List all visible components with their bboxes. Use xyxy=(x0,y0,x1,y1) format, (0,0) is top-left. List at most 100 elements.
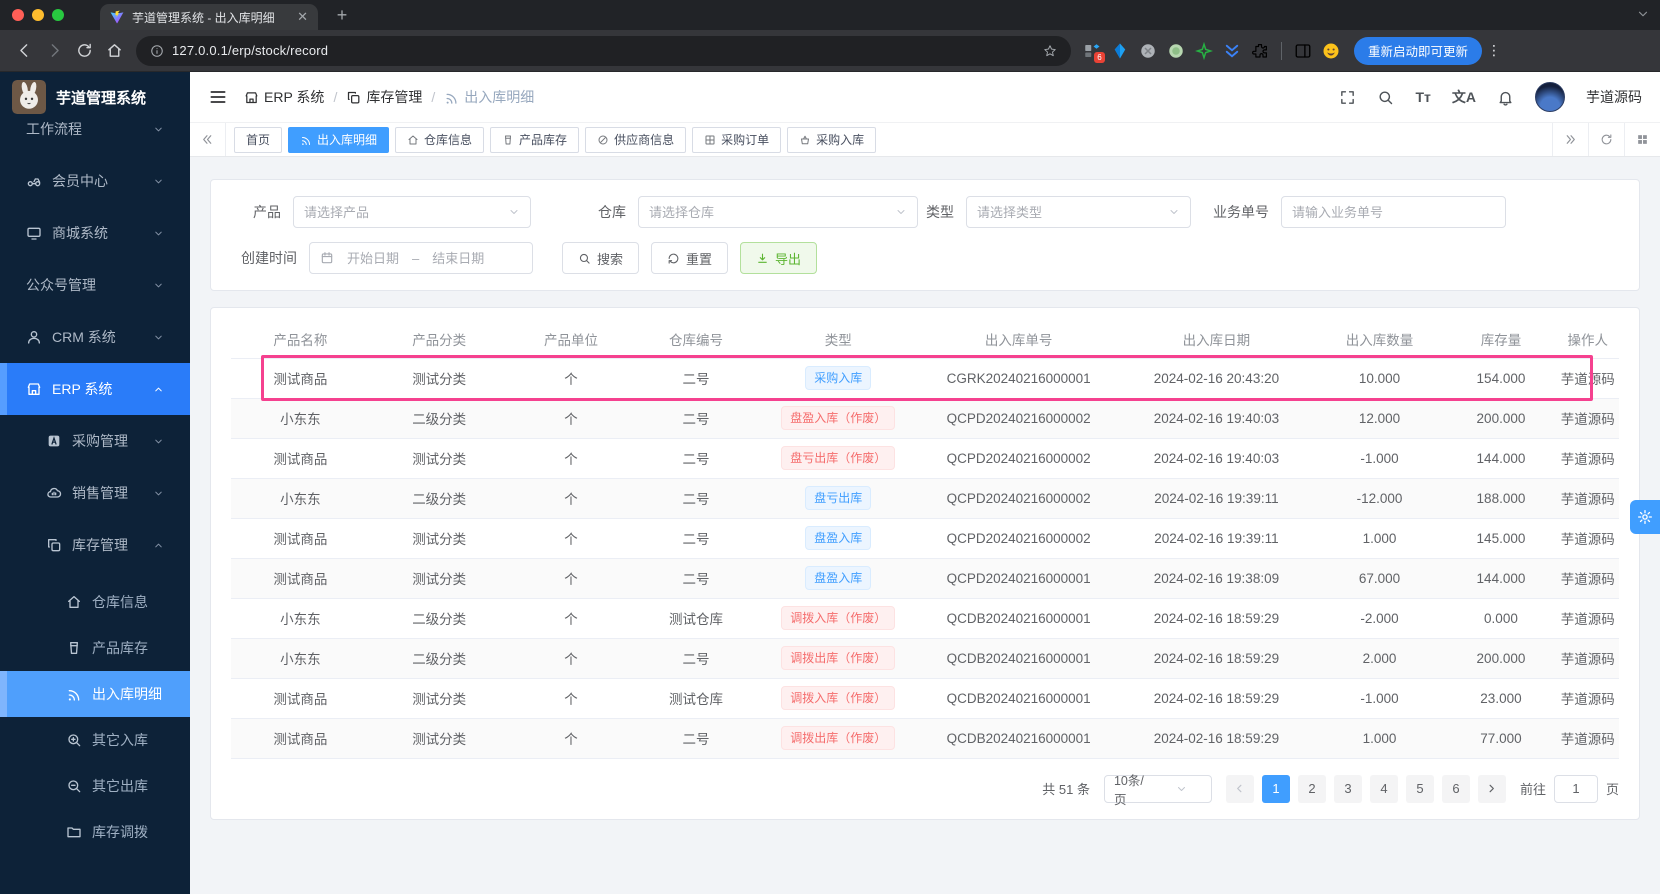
extension-chevrons-button[interactable] xyxy=(1219,38,1245,64)
chrome-update-button[interactable]: 重新启动即可更新 xyxy=(1354,36,1483,65)
date-start-input[interactable] xyxy=(340,250,406,266)
sidebar-item-stock[interactable]: 库存管理 xyxy=(0,519,190,571)
date-range-picker[interactable]: – xyxy=(309,242,533,274)
window-zoom-button[interactable] xyxy=(52,9,64,21)
date-end-input[interactable] xyxy=(425,250,492,266)
extension-screenshot-button[interactable]: 6 xyxy=(1079,38,1105,64)
tab-首页[interactable]: 首页 xyxy=(234,126,283,153)
page-button-5[interactable]: 5 xyxy=(1405,774,1434,803)
font-size-icon[interactable]: Tт xyxy=(1415,89,1430,105)
sidebar-item-stock-record[interactable]: 出入库明细 xyxy=(0,671,190,717)
window-close-button[interactable] xyxy=(12,9,24,21)
tab-产品库存[interactable]: 产品库存 xyxy=(490,126,580,153)
tab-供应商信息[interactable]: 供应商信息 xyxy=(585,126,687,153)
site-info-icon[interactable] xyxy=(150,44,164,58)
table-cell: 芋道源码 xyxy=(1556,518,1619,559)
extension-green-button[interactable] xyxy=(1163,38,1189,64)
home-button[interactable] xyxy=(100,37,128,65)
extension-kite-button[interactable] xyxy=(1107,38,1133,64)
breadcrumb-item[interactable]: 出入库明细 xyxy=(444,87,534,107)
table-cell: 芋道源码 xyxy=(1556,558,1619,599)
sidebar-item-workflow[interactable]: 工作流程 xyxy=(0,122,190,155)
theme-settings-button[interactable] xyxy=(1630,500,1660,534)
sidebar-item-other-out[interactable]: 其它出库 xyxy=(0,763,190,809)
tab-采购订单[interactable]: 采购订单 xyxy=(692,126,782,153)
bookmark-star-icon[interactable] xyxy=(1043,44,1057,58)
page-button-6[interactable]: 6 xyxy=(1441,774,1470,803)
table-cell: 200.000 xyxy=(1445,638,1557,679)
search-icon xyxy=(578,252,591,265)
extensions-menu-button[interactable] xyxy=(1247,38,1273,64)
window-minimize-button[interactable] xyxy=(32,9,44,21)
next-page-button[interactable] xyxy=(1477,774,1506,803)
forward-button[interactable] xyxy=(40,37,68,65)
profile-avatar-button[interactable] xyxy=(1318,38,1344,64)
fullscreen-icon[interactable] xyxy=(1339,89,1356,106)
tab-search-chevron-icon[interactable] xyxy=(1636,7,1650,21)
extension-star-button[interactable] xyxy=(1191,38,1217,64)
sidebar-item-crm[interactable]: CRM 系统 xyxy=(0,311,190,363)
username[interactable]: 芋道源码 xyxy=(1586,87,1642,107)
sidebar-item-purchase[interactable]: 采购管理 xyxy=(0,415,190,467)
sidebar-item-erp[interactable]: ERP 系统 xyxy=(0,363,190,415)
table-row: 测试商品 测试分类个二号 调拨出库（作废） QCDB20240216000001 202… xyxy=(231,718,1619,759)
tab-采购入库[interactable]: 采购入库 xyxy=(787,126,877,153)
search-button[interactable]: 搜索 xyxy=(562,242,640,274)
breadcrumb-item[interactable]: 库存管理 xyxy=(346,87,422,107)
product-select[interactable] xyxy=(293,196,531,228)
sidebar-item-product-stock[interactable]: 产品库存 xyxy=(0,625,190,671)
tab-仓库信息[interactable]: 仓库信息 xyxy=(395,126,485,153)
type-badge: 调拨入库（作废） xyxy=(781,686,896,710)
gray-circle-extension-icon xyxy=(1139,42,1157,60)
tags-layout-button[interactable] xyxy=(1624,123,1660,156)
type-cell: 盘盈入库（作废） xyxy=(758,398,919,439)
purchaseA-icon xyxy=(46,433,62,449)
sidebar-item-mall[interactable]: 商城系统 xyxy=(0,207,190,259)
page-button-4[interactable]: 4 xyxy=(1369,774,1398,803)
side-panel-button[interactable] xyxy=(1290,38,1316,64)
table-row: 测试商品 测试分类个测试仓库 调拨入库（作废） QCDB20240216000001 2… xyxy=(231,678,1619,719)
sidebar-item-sales[interactable]: 销售管理 xyxy=(0,467,190,519)
sidebar-item-member[interactable]: 会员中心 xyxy=(0,155,190,207)
warehouse-select[interactable] xyxy=(638,196,918,228)
breadcrumb-item[interactable]: ERP 系统 xyxy=(244,87,324,107)
page-button-2[interactable]: 2 xyxy=(1297,774,1326,803)
tags-refresh-button[interactable] xyxy=(1588,123,1624,156)
browser-menu-button[interactable]: ⋮ xyxy=(1484,42,1504,59)
address-bar[interactable]: 127.0.0.1/erp/stock/record xyxy=(136,35,1071,66)
goto-page-input[interactable] xyxy=(1553,774,1598,803)
extension-gray-button[interactable] xyxy=(1135,38,1161,64)
bizno-label: 业务单号 xyxy=(1213,204,1269,220)
type-select[interactable] xyxy=(966,196,1191,228)
table-cell: 测试分类 xyxy=(369,558,509,599)
tab-close-icon[interactable]: ✕ xyxy=(297,9,308,25)
back-button[interactable] xyxy=(10,37,38,65)
sidebar-item-warehouse-info[interactable]: 仓库信息 xyxy=(0,579,190,625)
user-avatar[interactable] xyxy=(1535,82,1565,112)
sidebar-item-other-in[interactable]: 其它入库 xyxy=(0,717,190,763)
notification-bell-icon[interactable] xyxy=(1497,89,1514,106)
reset-button[interactable]: 重置 xyxy=(651,242,729,274)
table-cell: -1.000 xyxy=(1313,438,1446,479)
browser-tab[interactable]: 芋道管理系统 - 出入库明细 ✕ xyxy=(100,4,318,30)
translate-icon[interactable]: 文A xyxy=(1452,87,1476,107)
table-cell: 12.000 xyxy=(1313,398,1446,439)
reload-button[interactable] xyxy=(70,37,98,65)
collapse-menu-icon[interactable] xyxy=(208,87,228,107)
page-button-3[interactable]: 3 xyxy=(1333,774,1362,803)
sidebar-item-stock-move[interactable]: 库存调拨 xyxy=(0,809,190,855)
tab-label: 首页 xyxy=(246,133,271,147)
bizno-input[interactable] xyxy=(1281,196,1506,228)
page-button-1[interactable]: 1 xyxy=(1261,774,1290,803)
prev-page-button[interactable] xyxy=(1225,774,1254,803)
page-size-select[interactable]: 10条/页 xyxy=(1103,774,1212,807)
sidebar-item-mp-admin[interactable]: 公众号管理 xyxy=(0,259,190,311)
tab-出入库明细[interactable]: 出入库明细 xyxy=(288,126,390,153)
table-cell: 小东东 xyxy=(231,638,370,679)
tags-scroll-left-button[interactable] xyxy=(190,123,226,156)
export-button[interactable]: 导出 xyxy=(740,242,818,274)
pagination: 共 51 条 10条/页 123456 前往 页 xyxy=(231,774,1619,807)
tags-scroll-right-button[interactable] xyxy=(1552,123,1588,156)
new-tab-button[interactable]: + xyxy=(330,5,354,26)
search-icon[interactable] xyxy=(1377,89,1394,106)
